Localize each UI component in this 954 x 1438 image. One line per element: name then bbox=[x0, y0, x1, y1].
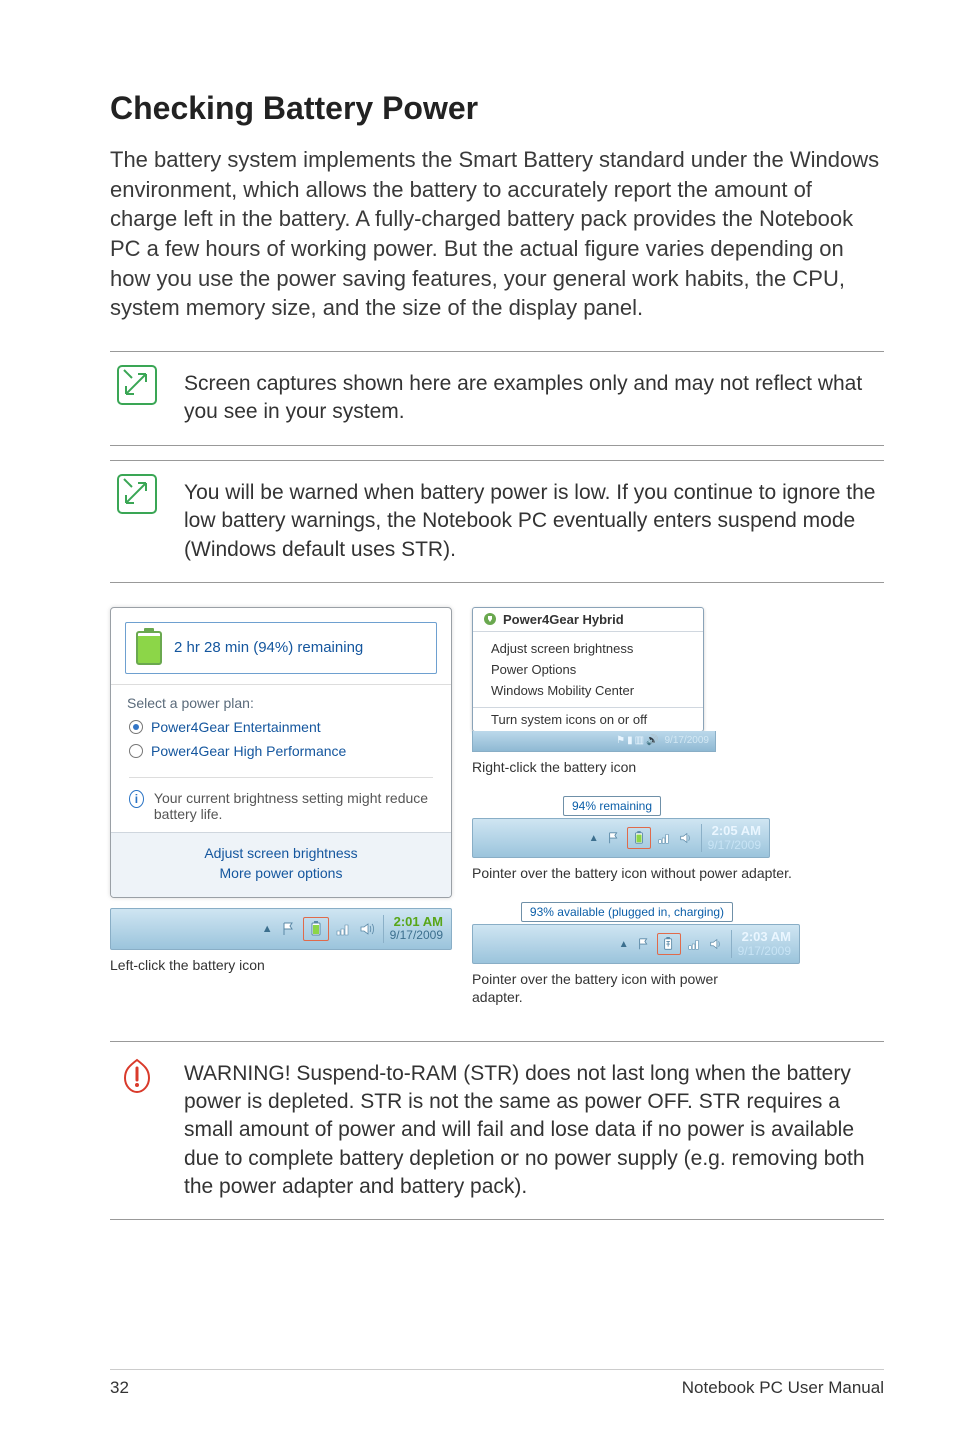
flag-icon[interactable] bbox=[279, 919, 299, 939]
figure-right-column: Power4Gear Hybrid Adjust screen brightne… bbox=[472, 607, 884, 1007]
time-sm-1: 2:05 AM bbox=[708, 824, 761, 838]
figure-left-column: 2 hr 28 min (94%) remaining Select a pow… bbox=[110, 607, 452, 1007]
battery-tray-highlight bbox=[657, 933, 681, 955]
battery-tray-icon[interactable] bbox=[630, 829, 648, 847]
mini-network-icon: ▥ bbox=[635, 735, 644, 746]
date-sm-2: 9/17/2009 bbox=[738, 945, 791, 958]
clock-left[interactable]: 2:01 AM 9/17/2009 bbox=[390, 915, 443, 942]
plan2-label: Power4Gear High Performance bbox=[151, 743, 346, 759]
plan-high-performance[interactable]: Power4Gear High Performance bbox=[111, 739, 451, 763]
network-icon[interactable] bbox=[685, 935, 703, 953]
flag-icon[interactable] bbox=[605, 829, 623, 847]
note-text-2: You will be warned when battery power is… bbox=[164, 471, 884, 572]
show-hidden-icon[interactable]: ▲ bbox=[262, 923, 273, 935]
footer-label: Notebook PC User Manual bbox=[682, 1378, 884, 1398]
mini-flag-icon: ⚑ bbox=[616, 735, 625, 746]
time-sm-2: 2:03 AM bbox=[738, 930, 791, 944]
date-left: 9/17/2009 bbox=[390, 929, 443, 942]
context-menu: Power4Gear Hybrid Adjust screen brightne… bbox=[472, 607, 704, 732]
figure-row: 2 hr 28 min (94%) remaining Select a pow… bbox=[110, 607, 884, 1007]
radio-unselected-icon bbox=[129, 744, 143, 758]
page-footer: 32 Notebook PC User Manual bbox=[110, 1369, 884, 1398]
date-sm-1: 9/17/2009 bbox=[708, 839, 761, 852]
plan1-label: Power4Gear Entertainment bbox=[151, 719, 321, 735]
battery-large-icon bbox=[136, 631, 162, 665]
adjust-brightness-link[interactable]: Adjust screen brightness bbox=[111, 843, 451, 863]
mini-date-1: 9/17/2009 bbox=[665, 735, 710, 746]
note-box-2: You will be warned when battery power is… bbox=[110, 460, 884, 583]
time-left: 2:01 AM bbox=[390, 915, 443, 929]
ctx-adjust-brightness[interactable]: Adjust screen brightness bbox=[473, 638, 703, 659]
note-icon bbox=[110, 362, 164, 435]
remaining-text: 2 hr 28 min (94%) remaining bbox=[174, 639, 363, 656]
note-text-1: Screen captures shown here are examples … bbox=[164, 362, 884, 435]
tray-icons bbox=[279, 917, 377, 941]
caption-left: Left-click the battery icon bbox=[110, 956, 452, 974]
brightness-info: i Your current brightness setting might … bbox=[129, 777, 433, 822]
radio-selected-icon bbox=[129, 720, 143, 734]
warning-box: WARNING! Suspend-to-RAM (STR) does not l… bbox=[110, 1041, 884, 1221]
volume-icon[interactable] bbox=[357, 919, 377, 939]
page-title: Checking Battery Power bbox=[110, 90, 884, 127]
power-plan-popup: 2 hr 28 min (94%) remaining Select a pow… bbox=[110, 607, 452, 898]
volume-icon[interactable] bbox=[677, 829, 695, 847]
tooltip-wrap-2: 93% available (plugged in, charging) ▲ bbox=[472, 902, 884, 964]
taskbar-left: ▲ bbox=[110, 908, 452, 950]
ctx-turn-icons[interactable]: Turn system icons on or off bbox=[473, 707, 703, 731]
network-icon[interactable] bbox=[333, 919, 353, 939]
note-box-1: Screen captures shown here are examples … bbox=[110, 351, 884, 446]
caption-with-adapter: Pointer over the battery icon with power… bbox=[472, 970, 732, 1006]
power4gear-icon bbox=[483, 612, 497, 626]
battery-tray-highlight bbox=[303, 917, 329, 941]
plan-entertainment[interactable]: Power4Gear Entertainment bbox=[111, 715, 451, 739]
info-icon: i bbox=[129, 790, 144, 808]
mini-battery-icon: ▮ bbox=[627, 735, 633, 746]
taskbar-sm-1: ▲ 2:05 AM 9/17/2009 bbox=[472, 818, 770, 858]
mini-volume-icon: 🔊 bbox=[646, 735, 658, 746]
show-hidden-icon[interactable]: ▲ bbox=[619, 939, 629, 950]
more-power-options-link[interactable]: More power options bbox=[111, 863, 451, 883]
ctx-power-options[interactable]: Power Options bbox=[473, 659, 703, 680]
intro-text: The battery system implements the Smart … bbox=[110, 145, 884, 323]
battery-plug-tray-icon[interactable] bbox=[660, 935, 678, 953]
clock-sm-2[interactable]: 2:03 AM 9/17/2009 bbox=[738, 930, 791, 957]
battery-tray-icon[interactable] bbox=[306, 919, 326, 939]
taskbar-sm-2: ▲ 2:03 AM 9/17/2009 bbox=[472, 924, 800, 964]
ctx-title-text: Power4Gear Hybrid bbox=[503, 612, 624, 627]
mini-taskbar-1: ⚑ ▮ ▥ 🔊 9/17/2009 bbox=[472, 731, 716, 752]
flag-icon[interactable] bbox=[635, 935, 653, 953]
page-number: 32 bbox=[110, 1378, 129, 1398]
ctx-title[interactable]: Power4Gear Hybrid bbox=[473, 608, 703, 632]
tooltip-wrap-1: 94% remaining ▲ 2:05 AM bbox=[472, 796, 884, 858]
warning-text: WARNING! Suspend-to-RAM (STR) does not l… bbox=[164, 1052, 884, 1210]
info-text: Your current brightness setting might re… bbox=[154, 790, 433, 822]
show-hidden-icon[interactable]: ▲ bbox=[589, 833, 599, 844]
remaining-box: 2 hr 28 min (94%) remaining bbox=[125, 622, 437, 674]
caption-rightclick: Right-click the battery icon bbox=[472, 758, 884, 776]
tooltip-remaining: 94% remaining bbox=[563, 796, 661, 816]
battery-tray-highlight bbox=[627, 827, 651, 849]
caption-no-adapter: Pointer over the battery icon without po… bbox=[472, 864, 884, 882]
network-icon[interactable] bbox=[655, 829, 673, 847]
note-icon bbox=[110, 471, 164, 572]
tooltip-charging: 93% available (plugged in, charging) bbox=[521, 902, 733, 922]
ctx-mobility-center[interactable]: Windows Mobility Center bbox=[473, 680, 703, 701]
clock-sm-1[interactable]: 2:05 AM 9/17/2009 bbox=[708, 824, 761, 851]
volume-icon[interactable] bbox=[707, 935, 725, 953]
select-plan-label: Select a power plan: bbox=[111, 685, 451, 715]
warning-icon bbox=[110, 1052, 164, 1210]
